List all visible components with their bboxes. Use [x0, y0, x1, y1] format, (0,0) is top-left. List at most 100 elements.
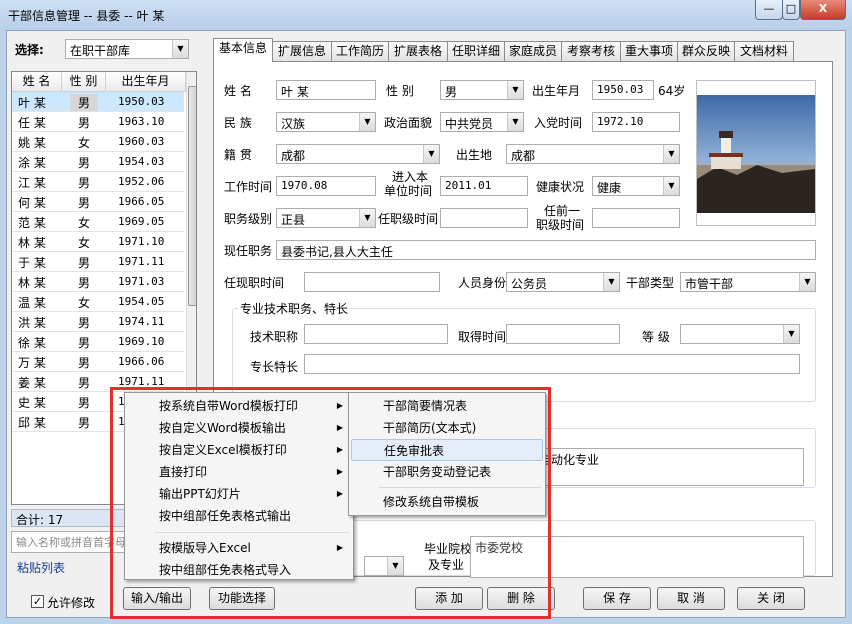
rank-time-field[interactable]: [440, 208, 528, 228]
list-item[interactable]: 徐 某 男 1969.10: [12, 332, 184, 352]
tab-8[interactable]: 群众反映: [677, 41, 735, 61]
birth-label: 出生年月: [532, 84, 581, 98]
chevron-down-icon[interactable]: ▼: [507, 81, 523, 99]
list-item[interactable]: 任 某 男 1963.10: [12, 112, 184, 132]
list-item[interactable]: 林 某 女 1971.10: [12, 232, 184, 252]
submenu-item-2[interactable]: 任免审批表: [351, 439, 543, 461]
menu-item-2[interactable]: 按自定义Excel模板打印 ▶: [127, 439, 351, 461]
tab-1[interactable]: 扩展信息: [272, 41, 332, 61]
list-item[interactable]: 涂 某 男 1954.03: [12, 152, 184, 172]
maximize-button[interactable]: □: [782, 0, 800, 20]
submenu-item-1[interactable]: 干部简历(文本式): [351, 417, 543, 439]
list-item[interactable]: 何 某 男 1966.05: [12, 192, 184, 212]
tab-6[interactable]: 考察考核: [561, 41, 621, 61]
chevron-down-icon[interactable]: ▼: [172, 40, 188, 58]
obtain-field[interactable]: [506, 324, 620, 344]
submenu-item-0[interactable]: 干部简要情况表: [351, 395, 543, 417]
major-field[interactable]: 自动化专业: [514, 448, 804, 486]
list-item[interactable]: 林 某 男 1971.03: [12, 272, 184, 292]
minimize-button[interactable]: —: [755, 0, 783, 20]
allow-edit-checkbox[interactable]: ✓: [31, 595, 44, 608]
enter-field[interactable]: 2011.01: [440, 176, 528, 196]
close-button[interactable]: 关 闭: [737, 587, 805, 610]
menu-item-6[interactable]: 按模版导入Excel ▶: [127, 537, 351, 559]
level-select[interactable]: ▼: [680, 324, 800, 344]
chevron-down-icon[interactable]: ▼: [799, 273, 815, 291]
submenu-item-3[interactable]: 干部职务变动登记表: [351, 461, 543, 483]
menu-item-1[interactable]: 按自定义Word模板输出 ▶: [127, 417, 351, 439]
delete-button[interactable]: 删 除: [487, 587, 555, 610]
menu-item-4[interactable]: 输出PPT幻灯片 ▶: [127, 483, 351, 505]
chevron-down-icon[interactable]: ▼: [783, 325, 799, 343]
name-field[interactable]: 叶 某: [276, 80, 376, 100]
list-item[interactable]: 洪 某 男 1974.11: [12, 312, 184, 332]
tab-5[interactable]: 家庭成员: [504, 41, 562, 61]
tab-7[interactable]: 重大事项: [620, 41, 678, 61]
gender-select[interactable]: 男 ▼: [440, 80, 524, 100]
list-item[interactable]: 范 某 女 1969.05: [12, 212, 184, 232]
health-select[interactable]: 健康 ▼: [592, 176, 680, 196]
birth-field[interactable]: 1950.03: [592, 80, 654, 100]
post-time-field[interactable]: [304, 272, 440, 292]
tab-0[interactable]: 基本信息: [213, 38, 273, 62]
list-item[interactable]: 姜 某 男 1971.11: [12, 372, 184, 392]
list-item[interactable]: 姚 某 女 1960.03: [12, 132, 184, 152]
io-button[interactable]: 输入/输出: [123, 587, 191, 610]
rank-select[interactable]: 正县 ▼: [276, 208, 376, 228]
photo-frame[interactable]: [696, 80, 816, 226]
library-select[interactable]: 在职干部库 ▼: [65, 39, 189, 59]
column-header-gender[interactable]: 性 别: [62, 72, 106, 92]
ethnic-value: 汉族: [281, 117, 306, 131]
ethnic-select[interactable]: 汉族 ▼: [276, 112, 376, 132]
birthplace-value: 成都: [511, 149, 536, 163]
scrollbar-thumb[interactable]: [188, 86, 196, 306]
add-button[interactable]: 添 加: [415, 587, 483, 610]
degree-select[interactable]: ▼: [364, 556, 404, 576]
paste-list-link[interactable]: 粘贴列表: [17, 559, 65, 576]
list-item[interactable]: 温 某 女 1954.05: [12, 292, 184, 312]
chevron-down-icon[interactable]: ▼: [603, 273, 619, 291]
list-item[interactable]: 叶 某 男 1950.03: [12, 92, 184, 112]
chevron-down-icon[interactable]: ▼: [423, 145, 439, 163]
tech-title-field[interactable]: [304, 324, 448, 344]
specialty-field[interactable]: [304, 354, 800, 374]
submenu-item-label: 任免审批表: [384, 444, 445, 458]
menu-item-7[interactable]: 按中组部任免表格式导入: [127, 559, 351, 581]
native-select[interactable]: 成都 ▼: [276, 144, 440, 164]
chevron-down-icon[interactable]: ▼: [507, 113, 523, 131]
prev-field[interactable]: [592, 208, 680, 228]
work-field[interactable]: 1970.08: [276, 176, 376, 196]
menu-item-5[interactable]: 按中组部任免表格式输出: [127, 505, 351, 527]
list-item[interactable]: 江 某 男 1952.06: [12, 172, 184, 192]
join-field[interactable]: 1972.10: [592, 112, 680, 132]
chevron-down-icon[interactable]: ▼: [663, 177, 679, 195]
chevron-down-icon[interactable]: ▼: [663, 145, 679, 163]
post-field[interactable]: 县委书记,县人大主任: [276, 240, 816, 260]
menu-item-3[interactable]: 直接打印 ▶: [127, 461, 351, 483]
cancel-button[interactable]: 取 消: [657, 587, 725, 610]
submenu-item-4[interactable]: 修改系统自带模板: [351, 491, 543, 513]
party-select[interactable]: 中共党员 ▼: [440, 112, 524, 132]
tab-3[interactable]: 扩展表格: [388, 41, 448, 61]
identity-select[interactable]: 公务员 ▼: [506, 272, 620, 292]
close-window-button[interactable]: X: [800, 0, 846, 20]
tab-2[interactable]: 工作简历: [331, 41, 389, 61]
function-select-button[interactable]: 功能选择: [209, 587, 275, 610]
chevron-down-icon[interactable]: ▼: [359, 209, 375, 227]
menu-item-label: 按模版导入Excel: [159, 541, 251, 555]
identity-value: 公务员: [511, 277, 548, 291]
column-header-birth[interactable]: 出生年月: [106, 72, 186, 92]
work-label: 工作时间: [224, 180, 273, 194]
list-item[interactable]: 于 某 男 1971.11: [12, 252, 184, 272]
save-button[interactable]: 保 存: [583, 587, 651, 610]
cadre-type-select[interactable]: 市管干部 ▼: [680, 272, 816, 292]
chevron-down-icon[interactable]: ▼: [387, 557, 403, 575]
tab-4[interactable]: 任职详细: [447, 41, 505, 61]
column-header-name[interactable]: 姓 名: [12, 72, 62, 92]
tab-9[interactable]: 文档材料: [734, 41, 794, 61]
chevron-down-icon[interactable]: ▼: [359, 113, 375, 131]
birthplace-select[interactable]: 成都 ▼: [506, 144, 680, 164]
list-item[interactable]: 万 某 男 1966.06: [12, 352, 184, 372]
school-field[interactable]: 市委党校: [470, 536, 804, 578]
menu-item-0[interactable]: 按系统自带Word模板打印 ▶: [127, 395, 351, 417]
